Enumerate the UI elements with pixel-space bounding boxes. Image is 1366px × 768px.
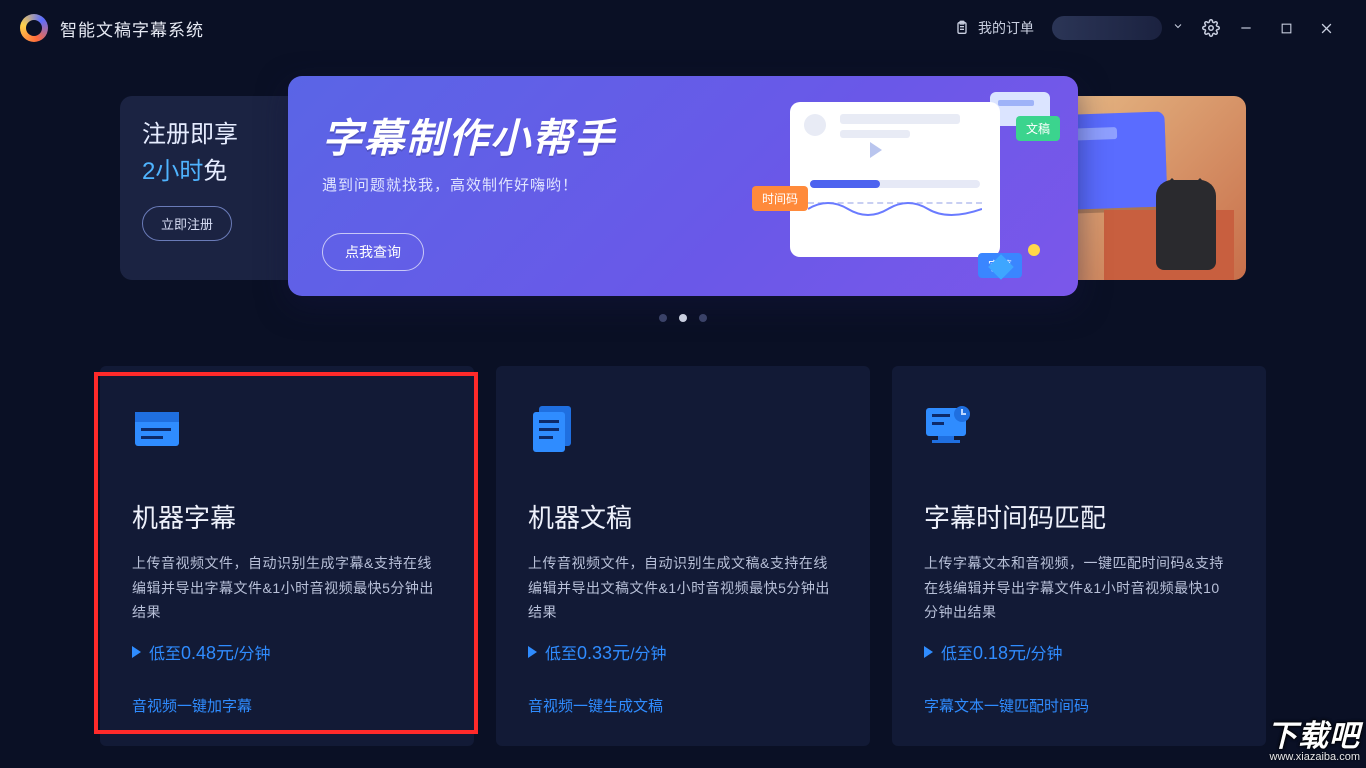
banner-cta-button[interactable]: 点我查询 xyxy=(322,233,424,271)
clipboard-icon xyxy=(954,20,970,36)
feature-cards: 机器字幕 上传音视频文件，自动识别生成字幕&支持在线编辑并导出字幕文件&1小时音… xyxy=(0,316,1366,746)
card-title: 机器字幕 xyxy=(132,498,442,535)
card-action-link[interactable]: 字幕文本一键匹配时间码 xyxy=(924,695,1234,716)
subtitle-file-icon xyxy=(132,402,186,456)
card-title: 字幕时间码匹配 xyxy=(924,498,1234,535)
card-timecode-match[interactable]: 字幕时间码匹配 上传字幕文本和音视频，一键匹配时间码&支持在线编辑并导出字幕文件… xyxy=(892,366,1266,746)
card-action-link[interactable]: 音视频一键加字幕 xyxy=(132,695,442,716)
banner-carousel: 注册即享 2小时免 立即注册 字幕制作小帮手 遇到问题就找我，高效制作好嗨哟！ … xyxy=(0,76,1366,316)
play-triangle-icon xyxy=(924,646,933,658)
maximize-button[interactable] xyxy=(1266,12,1306,44)
document-sheet-icon xyxy=(790,102,1000,257)
card-price: 低至0.33元/分钟 xyxy=(528,639,838,665)
gear-icon xyxy=(1202,19,1220,37)
play-triangle-icon xyxy=(132,646,141,658)
register-button[interactable]: 立即注册 xyxy=(142,206,232,241)
close-button[interactable] xyxy=(1306,12,1346,44)
coin-icon xyxy=(1028,244,1040,256)
card-action-link[interactable]: 音视频一键生成文稿 xyxy=(528,695,838,716)
card-price: 低至0.48元/分钟 xyxy=(132,639,442,665)
banner-slide-active[interactable]: 字幕制作小帮手 遇到问题就找我，高效制作好嗨哟！ 点我查询 xyxy=(288,76,1078,296)
carousel-dot-3[interactable] xyxy=(699,314,707,322)
card-desc: 上传音视频文件，自动识别生成文稿&支持在线编辑并导出文稿文件&1小时音视频最快5… xyxy=(528,551,838,625)
card-price: 低至0.18元/分钟 xyxy=(924,639,1234,665)
card-desc: 上传字幕文本和音视频，一键匹配时间码&支持在线编辑并导出字幕文件&1小时音视频最… xyxy=(924,551,1234,625)
carousel-dots xyxy=(659,314,707,322)
app-title: 智能文稿字幕系统 xyxy=(60,16,204,41)
minimize-button[interactable] xyxy=(1226,12,1266,44)
my-orders-button[interactable]: 我的订单 xyxy=(944,12,1044,44)
document-stack-icon xyxy=(528,402,582,456)
card-machine-subtitle[interactable]: 机器字幕 上传音视频文件，自动识别生成字幕&支持在线编辑并导出字幕文件&1小时音… xyxy=(100,366,474,746)
play-triangle-icon xyxy=(528,646,537,658)
cat-mascot-icon xyxy=(1156,180,1216,270)
carousel-dot-2[interactable] xyxy=(679,314,687,322)
minimize-icon xyxy=(1239,21,1253,35)
titlebar: 智能文稿字幕系统 我的订单 xyxy=(0,0,1366,56)
watermark-text: 下载吧 xyxy=(1267,721,1360,753)
card-machine-transcript[interactable]: 机器文稿 上传音视频文件，自动识别生成文稿&支持在线编辑并导出文稿文件&1小时音… xyxy=(496,366,870,746)
settings-button[interactable] xyxy=(1196,13,1226,43)
tag-timecode-icon xyxy=(752,186,808,211)
watermark-url: www.xiazaiba.com xyxy=(1267,752,1360,764)
banner-illustration xyxy=(760,94,1050,274)
my-orders-label: 我的订单 xyxy=(978,18,1034,38)
app-logo-icon xyxy=(20,14,48,42)
user-chip[interactable] xyxy=(1052,16,1162,40)
timecode-monitor-icon xyxy=(924,402,978,456)
maximize-icon xyxy=(1280,22,1293,35)
close-icon xyxy=(1319,21,1334,36)
carousel-dot-1[interactable] xyxy=(659,314,667,322)
card-desc: 上传音视频文件，自动识别生成字幕&支持在线编辑并导出字幕文件&1小时音视频最快5… xyxy=(132,551,442,625)
card-title: 机器文稿 xyxy=(528,498,838,535)
chevron-down-icon[interactable] xyxy=(1172,19,1184,37)
tag-transcript-icon xyxy=(1016,116,1060,141)
watermark: 下载吧 www.xiazaiba.com xyxy=(1267,721,1360,764)
